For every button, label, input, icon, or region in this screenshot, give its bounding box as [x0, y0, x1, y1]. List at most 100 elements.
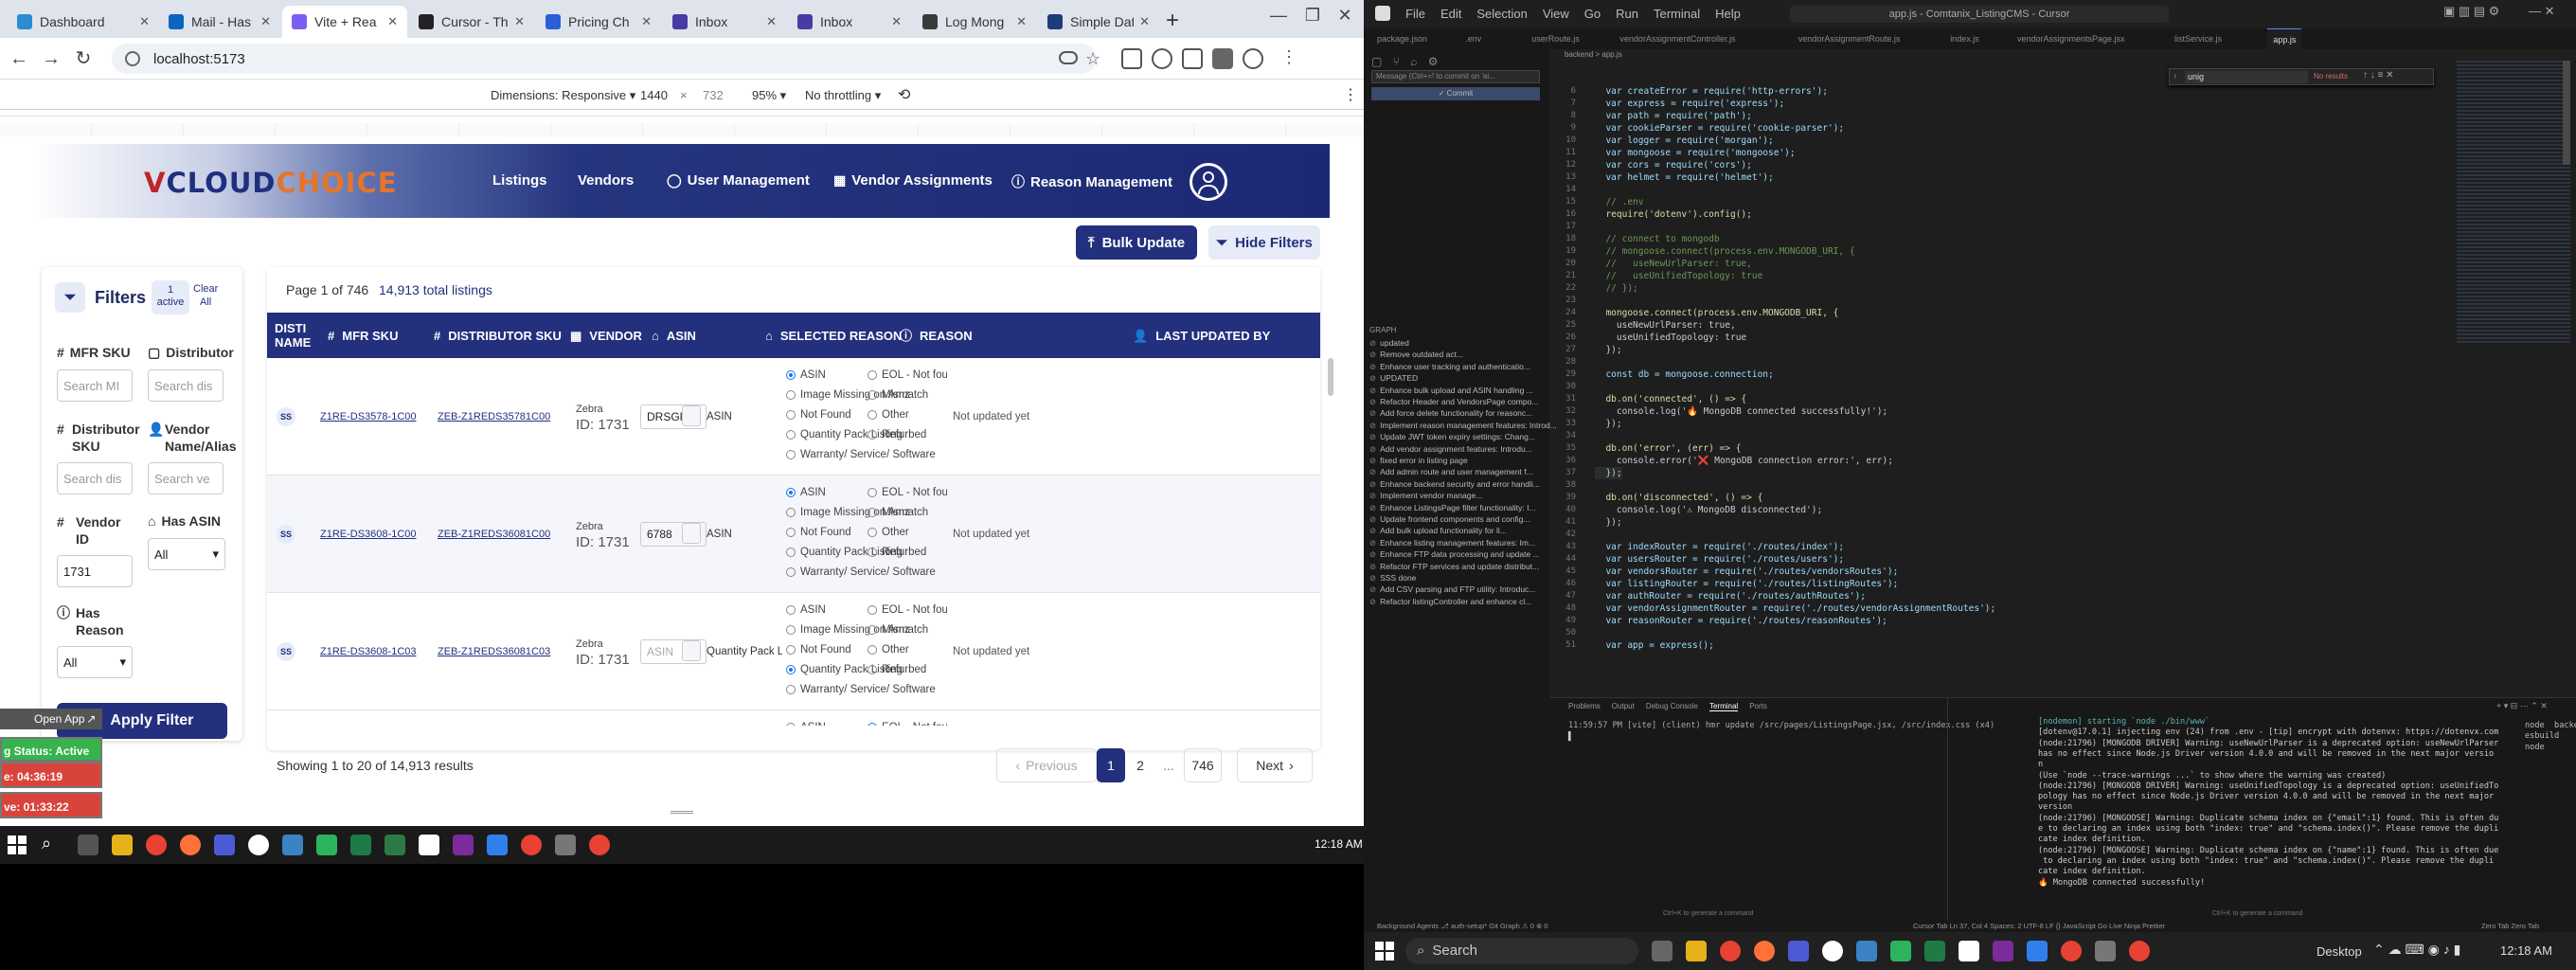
app-icon[interactable] [316, 835, 337, 855]
taskbar-search-box[interactable]: ⌕ Search [1405, 938, 1638, 964]
commit-item[interactable]: Implement reason management features: In… [1369, 420, 1557, 431]
radio-icon[interactable] [868, 429, 877, 440]
excel-icon[interactable] [385, 835, 405, 855]
radio-icon[interactable] [868, 547, 877, 557]
radio-icon[interactable] [868, 624, 877, 635]
onenote-icon[interactable] [1993, 941, 2013, 961]
firefox-icon[interactable] [180, 835, 201, 855]
panel-tab-output[interactable]: Output [1612, 702, 1635, 711]
reason-radio-option[interactable]: EOL - Not found on Disti [868, 601, 947, 619]
address-bar[interactable]: localhost:5173 [112, 44, 1097, 74]
col-disti-name[interactable]: DISTI NAME [275, 313, 316, 358]
commit-item[interactable]: fixed error in listing page [1369, 455, 1468, 466]
radio-icon[interactable] [868, 369, 877, 380]
radio-icon[interactable] [868, 527, 877, 537]
nav-vendors[interactable]: Vendors [578, 172, 634, 189]
vcloudchoice-logo[interactable]: VCLOUDCHOICE [144, 167, 398, 199]
commit-message-input[interactable]: Message (Ctrl+⏎ to commit on 'ai... [1371, 70, 1540, 83]
commit-item[interactable]: updated [1369, 337, 1409, 349]
radio-icon[interactable] [786, 722, 796, 726]
app-icon[interactable] [2095, 941, 2116, 961]
tray-icons[interactable]: ⌃ ☁ ⌨ ◉ ♪ ▮ [2373, 942, 2460, 958]
reason-radio-option[interactable]: Mismatch [868, 386, 947, 404]
browser-tab[interactable]: Cursor - Th ✕ [409, 6, 534, 38]
commit-item[interactable]: Add CSV parsing and FTP utility: Introdu… [1369, 584, 1535, 595]
vscode-icon[interactable] [487, 835, 508, 855]
commit-item[interactable]: Enhance user tracking and authenticatio.… [1369, 361, 1530, 372]
previous-page-button[interactable]: ‹ Previous [996, 748, 1097, 782]
commit-item[interactable]: Enhance bulk upload and ASIN handling ..… [1369, 385, 1533, 396]
reason-radio-option[interactable]: Refurbed [868, 543, 947, 561]
bulk-update-button[interactable]: ⤒ Bulk Update [1076, 225, 1197, 260]
close-tab-icon[interactable]: ✕ [891, 14, 902, 29]
onenote-icon[interactable] [453, 835, 474, 855]
windows-start-icon[interactable] [1375, 942, 1394, 961]
cursor-icon[interactable] [1959, 941, 1979, 961]
app-icon[interactable] [1822, 941, 1843, 961]
app-icon[interactable] [1856, 941, 1877, 961]
close-tab-icon[interactable]: ✕ [641, 14, 652, 29]
commit-item[interactable]: Refactor listingController and enhance c… [1369, 596, 1531, 607]
site-info-icon[interactable] [125, 51, 140, 66]
layout-icon[interactable]: ▣ ▥ ▤ ⚙ [2443, 4, 2499, 19]
new-tab-button[interactable]: + [1161, 8, 1184, 34]
radio-icon[interactable] [786, 547, 796, 557]
resize-handle-icon[interactable] [671, 811, 693, 814]
menu-run[interactable]: Run [1616, 7, 1638, 21]
media-icon[interactable] [1212, 48, 1233, 69]
page-746-button[interactable]: 746 [1184, 748, 1222, 782]
browser-tab[interactable]: Dashboard ✕ [8, 6, 159, 38]
commit-item[interactable]: Add vendor assignment features: Introdu.… [1369, 443, 1532, 455]
reason-radio-option[interactable]: Other [868, 523, 947, 541]
radio-icon[interactable] [786, 449, 796, 459]
reason-radio-option[interactable]: EOL - Not found on Disti [868, 483, 947, 501]
chevron-right-icon[interactable]: › [2174, 71, 2176, 81]
code-editor[interactable]: 6 var createError = require('http-errors… [1549, 85, 2457, 692]
reason-radio-option[interactable]: Not Found [786, 523, 851, 541]
menu-file[interactable]: File [1405, 7, 1425, 21]
commit-item[interactable]: Add force delete functionality for reaso… [1369, 407, 1532, 419]
table-scrollbar[interactable] [1328, 358, 1333, 396]
reason-radio-option[interactable]: Refurbed [868, 660, 947, 678]
chrome-icon[interactable] [589, 835, 610, 855]
mfr-sku-link[interactable]: Z1RE-DS3608-1C03 [320, 646, 417, 657]
cursor-icon[interactable] [419, 835, 439, 855]
reason-radio-option[interactable]: Not Found [786, 405, 851, 423]
clear-all-button[interactable]: Clear All [193, 282, 218, 309]
commit-item[interactable]: Implement vendor manage... [1369, 490, 1482, 501]
reason-radio-option[interactable]: EOL - Not found on Disti [868, 718, 947, 726]
commit-item[interactable]: Refactor FTP services and update distrib… [1369, 561, 1539, 572]
commit-item[interactable]: Update JWT token expiry settings: Chang.… [1369, 431, 1535, 442]
editor-tab[interactable]: app.js [2267, 28, 2302, 49]
editor-tab[interactable]: vendorAssignmentsPage.jsx [2012, 28, 2131, 49]
radio-icon[interactable] [868, 487, 877, 497]
desktop-label[interactable]: Desktop [2317, 944, 2362, 959]
distributor-sku-link[interactable]: ZEB-Z1REDS36081C00 [438, 529, 550, 540]
page-2-button[interactable]: 2 [1127, 748, 1154, 782]
teams-icon[interactable] [1788, 941, 1809, 961]
close-tab-icon[interactable]: ✕ [139, 14, 150, 29]
mfr-sku-link[interactable]: Z1RE-DS3608-1C00 [320, 529, 417, 540]
reason-radio-option[interactable]: Warranty/ Service/ Software [786, 563, 936, 581]
radio-icon[interactable] [868, 389, 877, 400]
command-center[interactable]: app.js - Comtanix_ListingCMS - Cursor [1790, 6, 2169, 23]
reason-radio-option[interactable]: Other [868, 640, 947, 658]
search-icon[interactable]: ⌕ [42, 834, 51, 853]
close-tab-icon[interactable]: ✕ [514, 14, 525, 29]
file-explorer-icon[interactable] [112, 835, 133, 855]
editor-tab[interactable]: vendorAssignmentController.js [1614, 28, 1741, 49]
panel-tab-problems[interactable]: Problems [1568, 702, 1601, 711]
reason-radio-option[interactable]: Not Found [786, 640, 851, 658]
minimize-icon[interactable]: — [1260, 6, 1297, 26]
radio-icon[interactable] [786, 664, 796, 674]
chrome-icon[interactable] [2061, 941, 2082, 961]
terminal-actions[interactable]: + ▾ ⊟ ⋯ ⌃ ✕ [2496, 701, 2548, 711]
col-selected-reason[interactable]: ⌂ SELECTED REASON [765, 313, 902, 358]
copy-icon[interactable] [682, 405, 701, 426]
radio-icon[interactable] [868, 604, 877, 615]
user-avatar-icon[interactable] [1190, 163, 1227, 201]
radio-icon[interactable] [868, 409, 877, 420]
nav-vendor-assignments[interactable]: ▦ Vendor Assignments [833, 172, 993, 189]
radio-icon[interactable] [786, 487, 796, 497]
menu-go[interactable]: Go [1584, 7, 1601, 21]
